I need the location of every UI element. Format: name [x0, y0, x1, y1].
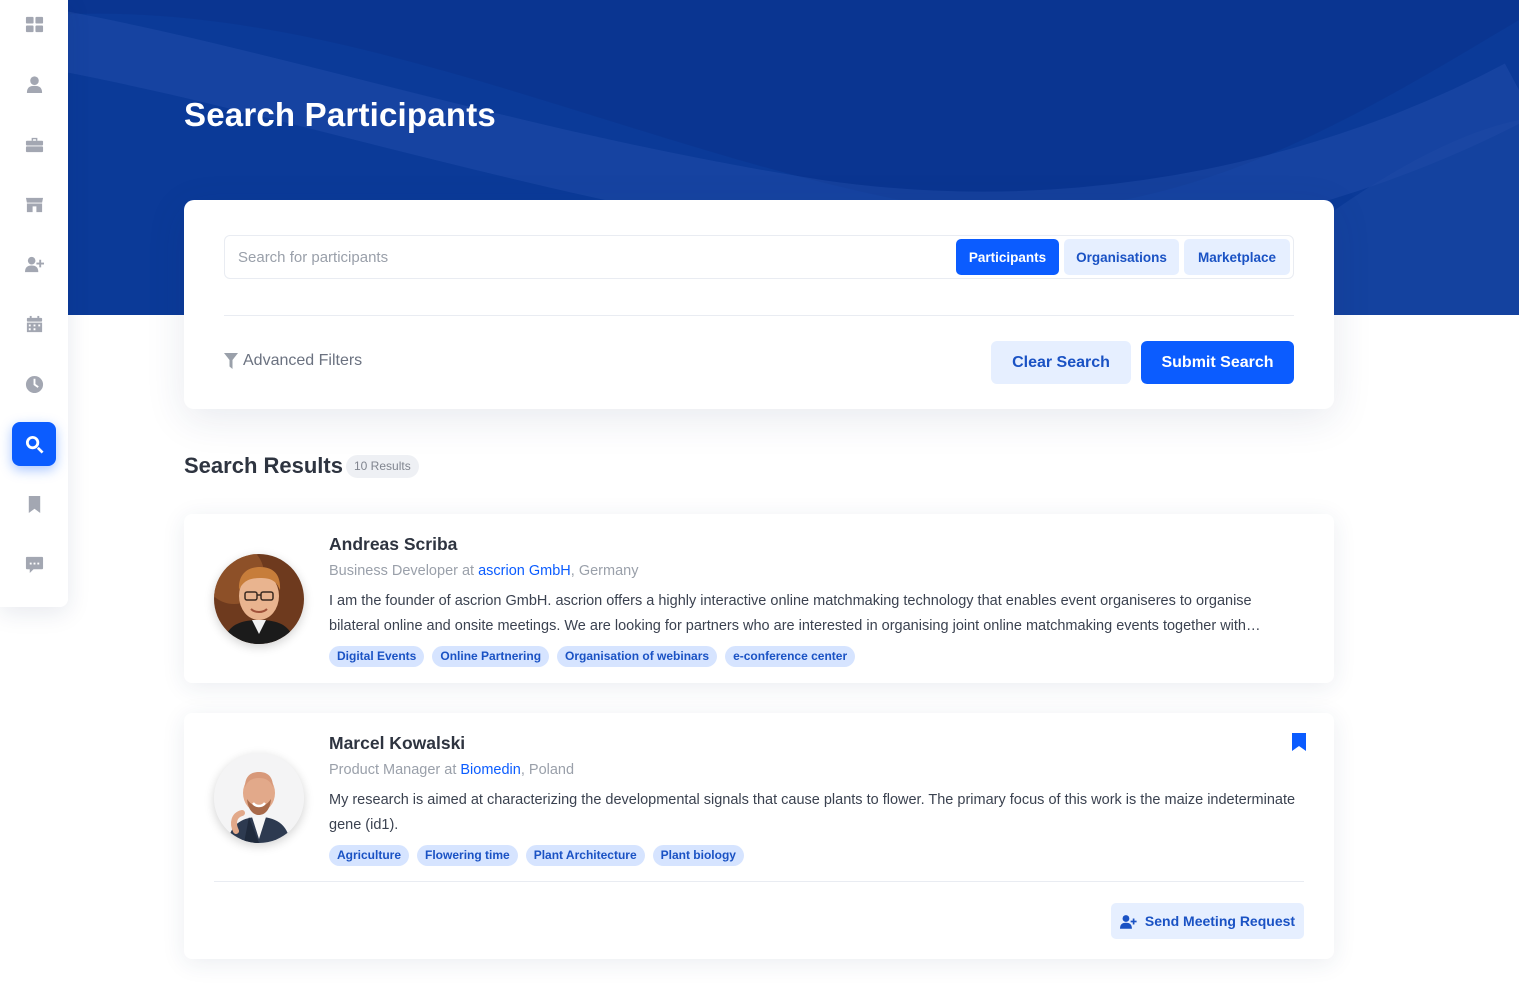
participant-role: Business Developer at ascrion GmbH, Germ…	[329, 563, 638, 579]
advanced-filters-toggle[interactable]: Advanced Filters	[224, 352, 362, 370]
briefcase-icon	[25, 137, 43, 152]
participant-name: Marcel Kowalski	[329, 733, 466, 753]
country-text: , Germany	[570, 563, 639, 579]
participant-card[interactable]: Andreas Scriba Business Developer at asc…	[184, 514, 1334, 683]
sidebar-item-agenda[interactable]	[12, 302, 56, 346]
role-text: Product Manager at	[329, 762, 461, 778]
submit-search-button[interactable]: Submit Search	[1141, 341, 1294, 384]
country-text: , Poland	[520, 762, 575, 778]
search-icon	[25, 435, 44, 454]
organisation-link[interactable]: ascrion GmbH	[478, 563, 571, 579]
bookmark-icon	[1292, 733, 1306, 751]
send-meeting-request-label: Send Meeting Request	[1144, 913, 1296, 929]
sidebar-item-messages[interactable]	[12, 542, 56, 586]
tag[interactable]: Plant biology	[652, 845, 744, 866]
sidebar-item-contacts[interactable]	[12, 242, 56, 286]
advanced-filters-label: Advanced Filters	[243, 352, 363, 369]
participant-bio: My research is aimed at characterizing t…	[329, 792, 1296, 833]
bookmark-toggle[interactable]	[1292, 733, 1306, 751]
sidebar-item-bookmarks[interactable]	[12, 482, 56, 526]
tag[interactable]: Plant Architecture	[525, 845, 645, 866]
user-plus-icon	[1119, 914, 1137, 929]
avatar	[214, 554, 304, 644]
search-divider	[224, 315, 1294, 316]
tag-list: Digital Events Online Partnering Organis…	[329, 646, 856, 667]
send-meeting-request-button[interactable]: Send Meeting Request	[1111, 903, 1304, 939]
sidebar-item-marketplace[interactable]	[12, 182, 56, 226]
card-divider	[214, 881, 1304, 882]
participant-bio: I am the founder of ascrion GmbH. ascrio…	[329, 593, 1261, 634]
search-bar: Participants Organisations Marketplace	[224, 235, 1294, 279]
store-icon	[25, 197, 43, 212]
role-text: Business Developer at	[329, 563, 479, 579]
clear-search-button[interactable]: Clear Search	[991, 341, 1131, 384]
participant-role: Product Manager at Biomedin, Poland	[329, 762, 574, 778]
organisation-link[interactable]: Biomedin	[460, 762, 520, 778]
sidebar-item-profile[interactable]	[12, 62, 56, 106]
results-count-badge: 10 Results	[346, 455, 419, 478]
page-title: Search Participants	[184, 96, 496, 133]
results-title: Search Results	[184, 453, 343, 478]
search-panel: Participants Organisations Marketplace A…	[184, 200, 1334, 409]
calendar-icon	[26, 315, 42, 332]
filter-icon	[224, 353, 238, 369]
sidebar-item-dashboard[interactable]	[12, 2, 56, 46]
participant-card[interactable]: Marcel Kowalski Product Manager at Biome…	[184, 713, 1334, 959]
tag[interactable]: e-conference center	[725, 646, 856, 667]
tag[interactable]: Digital Events	[329, 646, 425, 667]
dashboard-icon	[25, 16, 43, 32]
chat-icon	[25, 556, 43, 573]
tag-list: Agriculture Flowering time Plant Archite…	[329, 845, 744, 866]
tag[interactable]: Online Partnering	[432, 646, 550, 667]
tag[interactable]: Organisation of webinars	[557, 646, 718, 667]
sidebar-item-schedule[interactable]	[12, 362, 56, 406]
clock-icon	[25, 375, 43, 393]
sidebar	[0, 0, 68, 607]
tag[interactable]: Agriculture	[329, 845, 410, 866]
participant-name: Andreas Scriba	[329, 534, 458, 554]
sidebar-item-search[interactable]	[12, 422, 56, 466]
user-plus-icon	[24, 256, 44, 272]
scope-marketplace-button[interactable]: Marketplace	[1184, 239, 1290, 275]
sidebar-item-business[interactable]	[12, 122, 56, 166]
scope-participants-button[interactable]: Participants	[956, 239, 1059, 275]
tag[interactable]: Flowering time	[417, 845, 518, 866]
avatar	[214, 753, 304, 843]
user-icon	[26, 75, 42, 93]
search-input[interactable]	[225, 236, 945, 278]
bookmark-icon	[28, 495, 40, 513]
scope-organisations-button[interactable]: Organisations	[1064, 239, 1179, 275]
